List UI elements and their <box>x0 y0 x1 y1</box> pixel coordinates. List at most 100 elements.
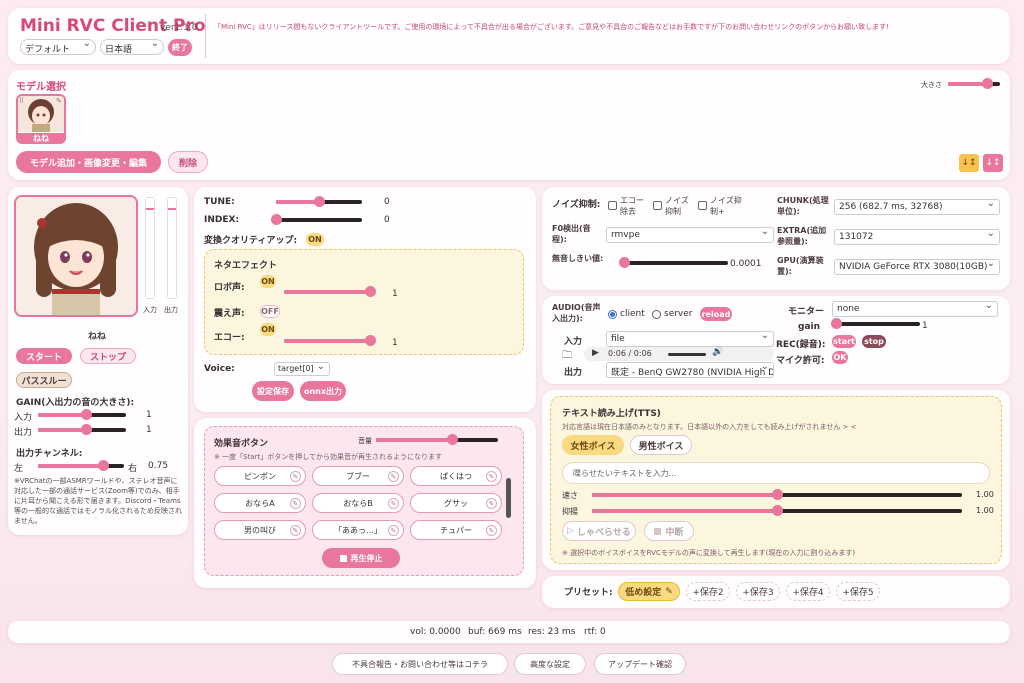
reload-button[interactable]: reload <box>700 307 732 321</box>
folder-icon[interactable]: 🗀 <box>562 348 572 365</box>
sfx-button-9[interactable]: チュパー ✎ <box>410 520 502 540</box>
size-slider[interactable] <box>948 78 1000 89</box>
advanced-settings-button[interactable]: 高度な設定 <box>514 653 586 675</box>
stop-button[interactable]: ストップ <box>80 348 136 364</box>
preset-4[interactable]: +保存4 <box>786 582 830 601</box>
tts-stop-button[interactable]: 中断 <box>644 521 694 541</box>
speed-slider[interactable] <box>592 489 962 500</box>
play-icon: ▷ <box>567 526 575 536</box>
delete-model-button[interactable]: 削除 <box>168 151 208 173</box>
gain-input-value: 1 <box>146 410 152 420</box>
voice-select[interactable]: target[0] <box>274 362 330 376</box>
monitor-gain-slider[interactable] <box>831 318 920 329</box>
report-button[interactable]: 不具合報告・お問い合わせ等はコチラ <box>332 653 508 675</box>
save-settings-button[interactable]: 設定保存 <box>252 381 294 401</box>
edit-icon[interactable]: ✎ <box>56 97 62 105</box>
silence-slider[interactable] <box>619 257 728 268</box>
app-version: ver1.1.0 <box>160 23 198 33</box>
echo-cancel-checkbox[interactable] <box>608 201 617 210</box>
sfx-button-4[interactable]: おならA ✎ <box>214 493 306 513</box>
sfx-button-7[interactable]: 男の叫び ✎ <box>214 520 306 540</box>
sfx-button-5[interactable]: おならB ✎ <box>312 493 404 513</box>
output-select[interactable]: 既定 - BenQ GW2780 (NVIDIA High D <box>606 362 774 378</box>
echo-toggle[interactable]: ON <box>260 323 276 336</box>
onnx-export-button[interactable]: onnx出力 <box>300 381 346 401</box>
language-select[interactable]: 日本語 <box>100 39 164 55</box>
sfx-button-3[interactable]: ぱくはつ ✎ <box>410 466 502 486</box>
update-check-button[interactable]: アップデート確認 <box>594 653 686 675</box>
preset-3[interactable]: +保存3 <box>736 582 780 601</box>
preset-1[interactable]: 低め設定 ✎ <box>618 582 680 601</box>
edit-icon: ✎ <box>388 525 399 536</box>
noise-suppress-plus-checkbox[interactable] <box>698 201 707 210</box>
sfx-stop-button[interactable]: 再生停止 <box>322 548 400 568</box>
robot-toggle[interactable]: ON <box>260 275 276 288</box>
f0-select[interactable]: rmvpe <box>606 227 774 243</box>
preset-label: プリセット: <box>564 588 613 598</box>
pitch-value: 1.00 <box>976 506 994 515</box>
speed-label: 速さ <box>562 491 578 500</box>
sfx-scrollbar[interactable] <box>506 478 511 518</box>
sfx-button-2[interactable]: ブブー ✎ <box>312 466 404 486</box>
gain-heading: GAIN(入出力の音の大きさ): <box>16 398 135 408</box>
index-slider[interactable] <box>271 214 362 225</box>
tune-slider[interactable] <box>276 196 362 207</box>
start-button[interactable]: スタート <box>16 348 72 364</box>
rec-stop-button[interactable]: stop <box>862 335 886 348</box>
tune-label: TUNE: <box>204 197 235 207</box>
input-select[interactable]: file <box>606 331 774 347</box>
speak-button[interactable]: ▷ しゃべらせる <box>562 521 636 541</box>
tts-note: 対応言語は現在日本語のみとなります。日本語以外の入力をしても読み上げがされません… <box>562 423 857 431</box>
tune-panel: TUNE: 0 INDEX: 0 変換クオリティアップ: ON ネタエフェクト … <box>194 187 536 412</box>
status-bar: vol: 0.0000 buf: 669 ms res: 23 ms rtf: … <box>8 621 1010 643</box>
extra-select[interactable]: 131072 <box>834 229 1000 245</box>
preset-5[interactable]: +保存5 <box>836 582 880 601</box>
model-thumbnail[interactable]: ねね ✎ ⠿ <box>16 94 66 144</box>
play-icon[interactable]: ▶ <box>592 348 599 358</box>
f0-label: F0検出(音程): <box>552 224 591 244</box>
sfx-button-8[interactable]: 「ああっ…」 ✎ <box>312 520 404 540</box>
server-radio[interactable] <box>652 310 661 319</box>
edit-icon: ✎ <box>388 498 399 509</box>
mic-ok-button[interactable]: OK <box>832 351 848 364</box>
gpu-select[interactable]: NVIDIA GeForce RTX 3080(10GB) <box>834 259 1000 275</box>
sfx-button-6[interactable]: グサッ ✎ <box>410 493 502 513</box>
audio-player[interactable]: ▶ 0:06 / 0:06 🔊 <box>584 347 774 361</box>
channel-slider[interactable] <box>38 460 124 471</box>
shake-toggle[interactable]: OFF <box>260 305 280 318</box>
gain-output-slider[interactable] <box>38 424 126 435</box>
audio-panel: AUDIO(音声入出力): client server reload 入力 fi… <box>542 296 1010 384</box>
edit-icon[interactable]: ✎ <box>665 587 673 597</box>
echo-slider[interactable] <box>284 335 376 346</box>
rec-start-button[interactable]: start <box>832 335 856 348</box>
silence-value: 0.0001 <box>730 259 762 269</box>
preset-2[interactable]: +保存2 <box>686 582 730 601</box>
sfx-button-1[interactable]: ピンポン ✎ <box>214 466 306 486</box>
audio-progress[interactable] <box>668 353 706 356</box>
chunk-select[interactable]: 256 (682.7 ms, 32768) <box>834 199 1000 215</box>
monitor-select[interactable]: none <box>832 301 998 317</box>
gain-output-label: 出力 <box>14 428 33 438</box>
sort-asc-icon[interactable]: ↓↕ <box>983 154 1003 172</box>
tts-text-input[interactable]: 喋らせたいテキストを入力... <box>562 462 990 484</box>
header-divider <box>205 14 206 58</box>
robot-slider[interactable] <box>284 286 376 297</box>
gain-input-slider[interactable] <box>38 409 126 420</box>
model-select-panel: モデル選択 大きさ ねね ✎ ⠿ モデル追加・画像変更・編集 削除 ↓↕ ↓↕ <box>8 70 1010 180</box>
client-radio[interactable] <box>608 310 617 319</box>
pitch-slider[interactable] <box>592 505 962 516</box>
volume-icon[interactable]: 🔊 <box>712 347 723 357</box>
stop-icon <box>339 554 347 562</box>
exit-button[interactable]: 終了 <box>168 39 192 56</box>
quality-toggle[interactable]: ON <box>306 233 324 246</box>
drag-handle-icon[interactable]: ⠿ <box>19 97 24 105</box>
sort-desc-icon[interactable]: ↓↕ <box>959 154 979 172</box>
passthru-button[interactable]: パススルー <box>16 372 72 388</box>
add-model-button[interactable]: モデル追加・画像変更・編集 <box>16 151 161 173</box>
theme-select[interactable]: デフォルト <box>20 39 96 55</box>
female-voice-button[interactable]: 女性ボイス <box>562 435 624 455</box>
noise-suppress-checkbox[interactable] <box>653 201 662 210</box>
voice-label: Voice: <box>204 364 235 374</box>
sfx-volume-slider[interactable] <box>376 434 498 445</box>
male-voice-button[interactable]: 男性ボイス <box>630 435 692 455</box>
